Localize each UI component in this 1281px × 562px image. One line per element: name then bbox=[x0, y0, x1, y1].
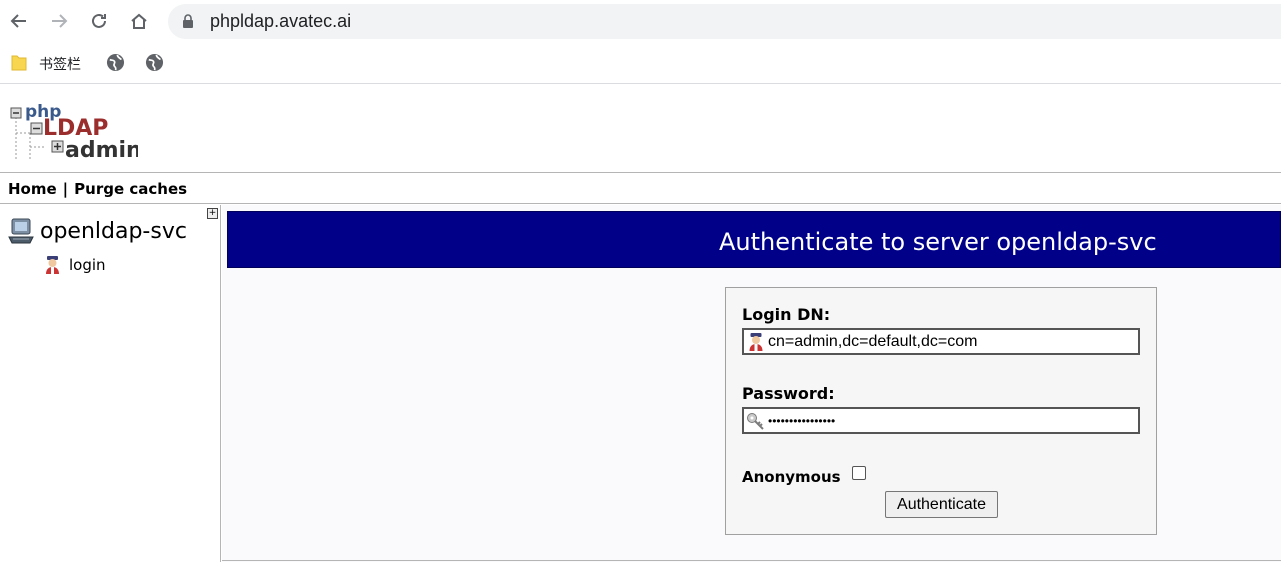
main-content: Authenticate to server openldap-svc Logi… bbox=[222, 205, 1281, 562]
logo-admin-text: admin bbox=[65, 138, 138, 163]
globe-icon[interactable] bbox=[106, 53, 125, 72]
folder-icon[interactable] bbox=[11, 53, 27, 71]
forward-arrow-icon bbox=[52, 14, 68, 28]
anonymous-checkbox[interactable] bbox=[852, 466, 866, 480]
password-input[interactable]: •••••••••••••••• bbox=[742, 407, 1140, 434]
bookmarks-folder-label[interactable]: 书签栏 bbox=[39, 54, 81, 74]
reload-button[interactable] bbox=[86, 8, 112, 34]
purge-caches-link[interactable]: Purge caches bbox=[74, 180, 187, 198]
forward-button[interactable] bbox=[46, 8, 72, 34]
url-text: phpldap.avatec.ai bbox=[210, 11, 352, 31]
password-value: •••••••••••••••• bbox=[768, 413, 836, 428]
server-tree-panel: + openldap-svc login bbox=[0, 205, 221, 562]
back-arrow-icon bbox=[10, 14, 26, 28]
login-link[interactable]: login bbox=[69, 256, 106, 274]
globe-icon[interactable] bbox=[145, 53, 164, 72]
reload-icon bbox=[92, 13, 106, 28]
top-navigation: Home | Purge caches bbox=[0, 174, 1281, 204]
title-bar: Authenticate to server openldap-svc bbox=[227, 211, 1281, 268]
user-icon bbox=[46, 256, 59, 274]
login-dn-value: cn=admin,dc=default,dc=com bbox=[768, 332, 978, 350]
address-bar[interactable]: phpldap.avatec.ai bbox=[168, 4, 1281, 39]
login-entry[interactable]: login bbox=[44, 255, 106, 275]
home-button[interactable] bbox=[126, 8, 152, 34]
page-header: php LDAP admin bbox=[0, 85, 1281, 173]
bookmarks-bar: 书签栏 bbox=[0, 44, 1281, 84]
expand-tree-toggle[interactable]: + bbox=[207, 208, 218, 219]
browser-toolbar: phpldap.avatec.ai bbox=[0, 0, 1281, 44]
server-entry[interactable]: openldap-svc bbox=[8, 217, 187, 245]
nav-separator: | bbox=[62, 180, 69, 198]
login-form: Login DN: cn=admin,dc=default,dc=com Pas… bbox=[725, 287, 1157, 535]
authenticate-button[interactable]: Authenticate bbox=[885, 491, 998, 518]
key-icon bbox=[747, 412, 764, 430]
login-dn-label: Login DN: bbox=[742, 305, 831, 324]
home-icon bbox=[131, 13, 147, 29]
lock-icon bbox=[183, 14, 193, 28]
server-name-link[interactable]: openldap-svc bbox=[40, 219, 187, 244]
user-icon bbox=[749, 332, 763, 351]
back-button[interactable] bbox=[6, 8, 32, 34]
server-computer-icon bbox=[8, 218, 34, 244]
anonymous-label: Anonymous bbox=[742, 468, 841, 486]
password-label: Password: bbox=[742, 384, 835, 403]
phpldapadmin-logo: php LDAP admin bbox=[10, 103, 138, 163]
page-title: Authenticate to server openldap-svc bbox=[719, 228, 1157, 256]
login-dn-input[interactable]: cn=admin,dc=default,dc=com bbox=[742, 328, 1140, 355]
bottom-divider bbox=[222, 560, 1281, 561]
home-link[interactable]: Home bbox=[8, 180, 57, 198]
